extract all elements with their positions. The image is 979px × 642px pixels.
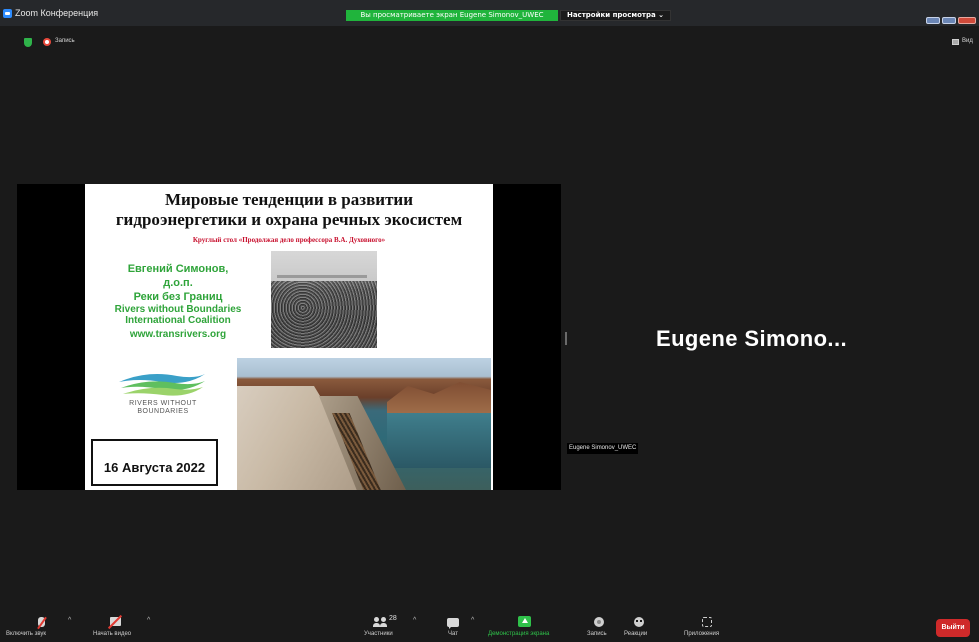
- chat-icon[interactable]: [447, 618, 459, 629]
- reactions-icon[interactable]: [634, 617, 644, 627]
- close-window-button[interactable]: [958, 17, 976, 24]
- title-bar: Zoom Конференция Вы просматриваете экран…: [0, 0, 979, 26]
- slide-title-line1: Мировые тенденции в развитии: [164, 190, 414, 209]
- share-screen-button[interactable]: Демонстрация экрана: [488, 631, 549, 637]
- author-name: Евгений Симонов,: [127, 263, 229, 275]
- view-options-button[interactable]: Настройки просмотра ⌄: [560, 10, 671, 21]
- share-screen-icon[interactable]: [518, 616, 531, 627]
- rivers-logo-icon: [119, 374, 205, 396]
- participants-count: 28: [389, 615, 397, 622]
- participant-name-tag: Eugene Simonov_UWEC: [567, 443, 639, 454]
- slide-date: 16 Августа 2022: [91, 439, 218, 486]
- slide-title-line2: гидроэнергетики и охрана речных экосисте…: [115, 210, 463, 229]
- record-icon: [43, 38, 51, 46]
- participant-display-name: Eugene Simono...: [656, 326, 847, 351]
- minimize-button[interactable]: [926, 17, 940, 24]
- gravel-photo: [271, 251, 377, 348]
- shield-icon[interactable]: [24, 38, 32, 47]
- chat-options-caret[interactable]: ^: [471, 617, 474, 624]
- org-website: www.transrivers.org: [129, 329, 227, 340]
- apps-icon[interactable]: [702, 617, 712, 627]
- org-name-ru: Реки без Границ: [133, 291, 223, 303]
- shared-screen: Мировые тенденции в развитии гидроэнерге…: [17, 184, 561, 490]
- zoom-app-icon: [3, 9, 12, 18]
- org-name-en-1: Rivers without Boundaries: [114, 304, 242, 315]
- record-button-icon[interactable]: [594, 617, 604, 627]
- dam-photo: [237, 358, 491, 490]
- apps-button[interactable]: Приложения: [684, 631, 719, 637]
- leave-button[interactable]: Выйти: [936, 619, 970, 637]
- logo-text-line1: RIVERS WITHOUT: [129, 400, 197, 407]
- slide-subtitle: Круглый стол «Продолжая дело профессора …: [192, 236, 386, 244]
- view-icon[interactable]: [952, 39, 959, 45]
- window-controls: [926, 17, 976, 24]
- video-options-caret[interactable]: ^: [147, 617, 150, 624]
- participants-icon[interactable]: [373, 617, 387, 627]
- unmute-button[interactable]: Включить звук: [6, 631, 46, 637]
- window-title: Zoom Конференция: [15, 8, 99, 18]
- recording-label: Запись: [55, 38, 75, 44]
- author-degree: д.о.п.: [163, 277, 193, 289]
- split-view-handle[interactable]: [565, 332, 567, 345]
- audio-options-caret[interactable]: ^: [68, 617, 71, 624]
- org-name-en-2: International Coalition: [125, 315, 231, 326]
- author-block: Евгений Симонов, д.о.п. Реки без Границ …: [85, 262, 271, 342]
- presentation-slide: Мировые тенденции в развитии гидроэнерге…: [85, 184, 493, 490]
- reactions-button[interactable]: Реакции: [624, 631, 647, 637]
- logo-text-line2: BOUNDARIES: [137, 408, 189, 415]
- meeting-toolbar: ^ Включить звук ^ Начать видео 28 ^ Учас…: [0, 606, 979, 642]
- participants-button[interactable]: Участники: [364, 631, 393, 637]
- view-button[interactable]: Вид: [962, 38, 973, 44]
- start-video-button[interactable]: Начать видео: [93, 631, 131, 637]
- record-button[interactable]: Запись: [587, 631, 607, 637]
- maximize-button[interactable]: [942, 17, 956, 24]
- chat-button[interactable]: Чат: [448, 631, 458, 637]
- share-banner: Вы просматриваете экран Eugene Simonov_U…: [346, 10, 558, 21]
- rivers-logo-text: RIVERS WITHOUT BOUNDARIES: [85, 400, 241, 416]
- participants-options-caret[interactable]: ^: [413, 617, 416, 624]
